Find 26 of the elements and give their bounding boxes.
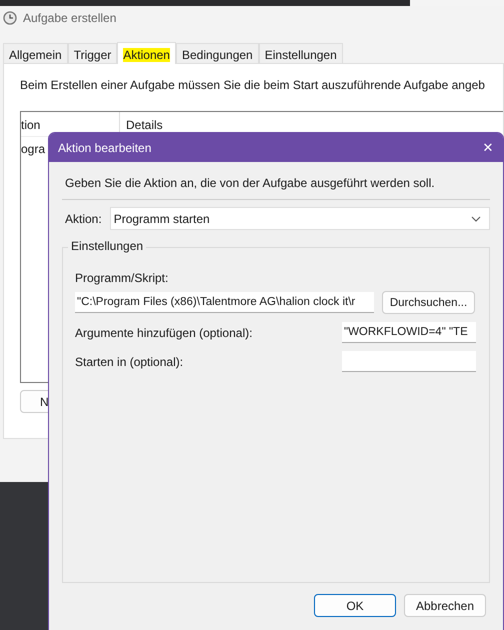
close-button[interactable]: ✕ (473, 133, 503, 162)
program-field[interactable]: "C:\Program Files (x86)\Talentmore AG\halion clock it\r (75, 292, 374, 313)
start-in-field[interactable] (342, 351, 476, 372)
arguments-label: Argumente hinzufügen (optional): (75, 326, 252, 340)
description-text: Beim Erstellen einer Aufgabe müssen Sie die beim Start auszuführende Aufgabe angeb (20, 78, 485, 92)
window-title: Aufgabe erstellen (23, 11, 116, 25)
program-label: Programm/Skript: (75, 271, 170, 285)
instruction-text: Geben Sie die Aktion an, die von der Aufgabe ausgeführt werden soll. (62, 176, 490, 200)
start-in-label: Starten in (optional): (75, 354, 184, 368)
tab[interactable]: Bedingungen (176, 43, 259, 63)
table-cell: ogra (21, 142, 46, 156)
tab[interactable]: Einstellungen (258, 43, 343, 63)
tab[interactable]: Allgemein (3, 43, 68, 63)
clock-icon (3, 11, 17, 25)
dialog-button[interactable]: OK (314, 594, 396, 617)
dialog-button[interactable]: Abbrechen (404, 594, 486, 617)
tab[interactable]: Trigger (68, 43, 118, 63)
action-label: Aktion: (64, 212, 102, 226)
action-dropdown[interactable]: Programm starten (110, 207, 490, 230)
arguments-field[interactable]: "WORKFLOWID=4" "TE (342, 322, 476, 343)
chevron-icon (471, 216, 481, 222)
dialog-title: Aktion bearbeiten (58, 140, 152, 154)
browse-button[interactable]: Durchsuchen... (382, 291, 475, 314)
column-header: Details (125, 117, 163, 134)
tab[interactable]: Aktionen (117, 42, 176, 64)
group-title: Einstellungen (68, 239, 146, 253)
